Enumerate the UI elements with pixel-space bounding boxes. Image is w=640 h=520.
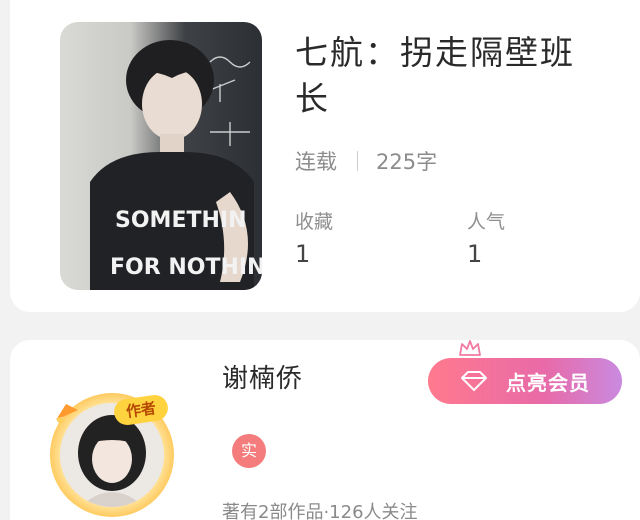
book-title: 七航：拐走隔壁班长	[295, 33, 575, 118]
status-divider	[357, 151, 358, 171]
popularity-value: 1	[467, 240, 483, 268]
cover-text-line1: SOMETHIN	[115, 208, 246, 233]
serial-status: 连载	[295, 150, 337, 174]
book-cover-image[interactable]: SOMETHIN FOR NOTHIN	[60, 22, 262, 290]
popularity-label: 人气	[467, 211, 506, 233]
word-count: 225字	[376, 150, 438, 174]
verified-badge: 实	[232, 434, 266, 468]
diamond-icon	[461, 371, 487, 391]
vip-button-label: 点亮会员	[506, 370, 590, 395]
favorites-label: 收藏	[295, 211, 334, 233]
favorites-value: 1	[295, 240, 311, 268]
lamp-icon	[56, 404, 78, 423]
author-meta: 著有2部作品·126人关注	[222, 502, 418, 520]
author-name[interactable]: 谢楠侨	[222, 358, 303, 395]
cover-text-line2: FOR NOTHIN	[110, 255, 262, 280]
crown-icon	[459, 340, 481, 356]
book-status-row: 连载 225字	[295, 146, 437, 176]
cover-illustration: SOMETHIN FOR NOTHIN	[90, 40, 262, 290]
vip-activate-button[interactable]: 点亮会员	[428, 358, 622, 404]
